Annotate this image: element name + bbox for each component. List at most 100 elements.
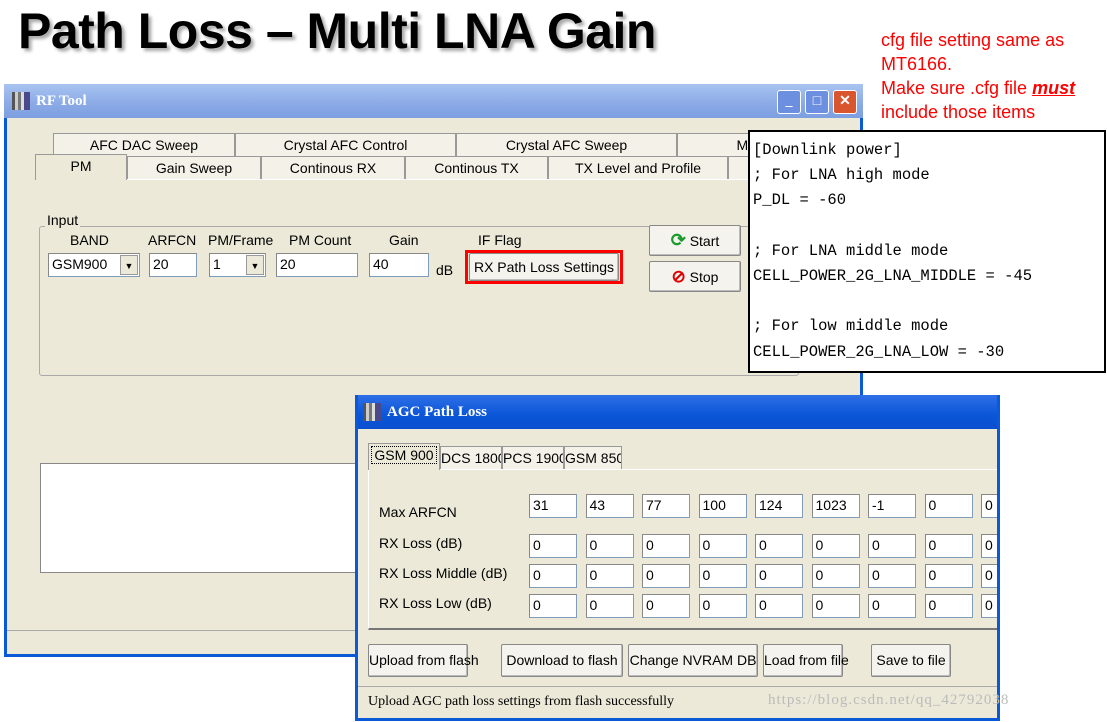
chevron-down-icon[interactable]: ▼ [120,255,138,275]
pm-frame-value: 1 [213,256,221,272]
app-icon [363,403,381,421]
path-loss-cell[interactable]: 0 [585,594,634,618]
tab-afc-dac-sweep[interactable]: AFC DAC Sweep [53,133,235,156]
path-loss-cell[interactable]: -1 [868,494,916,518]
path-loss-cell[interactable]: 31 [529,494,577,518]
band-label: BAND [70,232,109,248]
tab-panel-border [35,179,863,180]
path-loss-cell[interactable]: 0 [529,594,577,618]
path-loss-cell[interactable]: 0 [868,534,916,558]
tab-label: GSM 900 [371,446,437,464]
tab-pm[interactable]: PM [35,154,127,180]
path-loss-cell[interactable]: 0 [755,594,803,618]
tab-crystal-afc-sweep[interactable]: Crystal AFC Sweep [456,133,677,156]
cfg-line: P_DL = -60 [753,191,847,210]
cfg-line: ; For LNA high mode [753,166,930,185]
log-area[interactable] [40,463,360,573]
slide-title: Path Loss – Multi LNA Gain [18,3,656,59]
path-loss-cell[interactable]: 1023 [811,494,860,518]
cfg-line: ; For LNA middle mode [753,241,949,260]
stop-button[interactable]: ⊘ Stop [649,261,741,292]
maximize-button[interactable]: □ [805,90,829,114]
note-emphasis: must [1032,78,1076,98]
path-loss-cell[interactable]: 0 [755,534,803,558]
stop-icon: ⊘ [671,267,686,286]
title-bar: RF Tool _ □ ✕ [4,84,863,118]
path-loss-cell[interactable]: 0 [981,594,997,618]
load-from-file-button[interactable]: Load from file [763,644,849,677]
cfg-snippet: [Downlink power] ; For LNA high mode P_DL … [748,130,1106,373]
pm-frame-select[interactable]: 1 ▼ [209,253,266,277]
tab-gsm-850[interactable]: GSM 850 [564,446,622,469]
chevron-down-icon[interactable]: ▼ [246,255,264,275]
path-loss-cell[interactable]: 0 [698,534,747,558]
path-loss-cell[interactable]: 0 [698,564,747,588]
slide-note: cfg file setting same as MT6166. Make su… [881,28,1075,124]
pm-frame-label: PM/Frame [208,232,274,248]
path-loss-cell[interactable]: 0 [529,564,577,588]
tab-tx-level-profile[interactable]: TX Level and Profile [548,156,728,179]
row-label: RX Loss Low (dB) [379,595,492,611]
cfg-line: CELL_POWER_2G_LNA_MIDDLE = -45 [753,267,1033,286]
path-loss-cell[interactable]: 0 [981,494,997,518]
path-loss-cell[interactable]: 0 [642,534,690,558]
watermark: https://blog.csdn.net/qq_42792038 [768,692,1010,708]
tab-crystal-afc-control[interactable]: Crystal AFC Control [235,133,456,156]
path-loss-cell[interactable]: 0 [642,594,690,618]
save-to-file-button[interactable]: Save to file [871,644,951,677]
note-text: Make sure .cfg file [881,78,1033,98]
band-select[interactable]: GSM900 ▼ [48,253,140,277]
path-loss-cell[interactable]: 0 [924,494,973,518]
tab-continous-tx[interactable]: Continous TX [405,156,548,179]
path-loss-cell[interactable]: 0 [924,534,973,558]
cfg-line: ; For low middle mode [753,317,949,336]
arfcn-input[interactable]: 20 [149,253,197,277]
upload-from-flash-button[interactable]: Upload from flash [368,644,479,677]
tab-pcs-1900[interactable]: PCS 1900 [502,446,564,469]
path-loss-cell[interactable]: 0 [811,564,860,588]
pm-count-input[interactable]: 20 [276,253,358,277]
path-loss-cell[interactable]: 0 [924,564,973,588]
path-loss-cell[interactable]: 0 [642,564,690,588]
path-loss-cell[interactable]: 0 [811,594,860,618]
start-button[interactable]: ⟳ Start [649,225,741,256]
close-button[interactable]: ✕ [833,90,857,114]
agc-path-loss-window: AGC Path Loss GSM 900 DCS 1800 PCS 1900 … [355,395,1000,721]
app-icon [12,92,30,110]
if-flag-label: IF Flag [478,232,522,248]
path-loss-cell[interactable]: 77 [642,494,690,518]
path-loss-cell[interactable]: 0 [698,594,747,618]
minimize-button[interactable]: _ [777,90,801,114]
path-loss-cell[interactable]: 43 [585,494,634,518]
path-loss-cell[interactable]: 0 [868,564,916,588]
status-text: Upload AGC path loss settings from flash… [368,694,675,709]
band-value: GSM900 [52,256,108,272]
start-label: Start [689,233,720,249]
path-loss-cell[interactable]: 0 [811,534,860,558]
path-loss-cell[interactable]: 0 [868,594,916,618]
download-to-flash-button[interactable]: Download to flash [501,644,623,677]
tab-continous-rx[interactable]: Continous RX [261,156,405,179]
tab-gain-sweep[interactable]: Gain Sweep [127,156,261,179]
arfcn-label: ARFCN [148,232,197,248]
path-loss-cell[interactable]: 100 [698,494,747,518]
path-loss-cell[interactable]: 0 [585,564,634,588]
note-line: Make sure .cfg file must [881,76,1075,100]
path-loss-cell[interactable]: 0 [981,564,997,588]
path-loss-cell[interactable]: 0 [924,594,973,618]
change-nvram-db-button[interactable]: Change NVRAM DB [628,644,758,677]
path-loss-cell[interactable]: 124 [755,494,803,518]
path-loss-cell[interactable]: 0 [529,534,577,558]
tab-dcs-1800[interactable]: DCS 1800 [440,446,502,469]
window-title: RF Tool [36,93,87,109]
note-line: MT6166. [881,54,953,74]
tab-mu[interactable]: Mu [677,133,757,156]
path-loss-cell[interactable]: 0 [981,534,997,558]
tab-gsm-900[interactable]: GSM 900 [368,443,440,470]
path-loss-cell[interactable]: 0 [755,564,803,588]
gain-input[interactable]: 40 [369,253,429,277]
row-label: RX Loss (dB) [379,535,463,551]
rx-path-loss-settings-button[interactable]: RX Path Loss Settings [469,253,619,281]
path-loss-cell[interactable]: 0 [585,534,634,558]
gain-label: Gain [389,232,419,248]
